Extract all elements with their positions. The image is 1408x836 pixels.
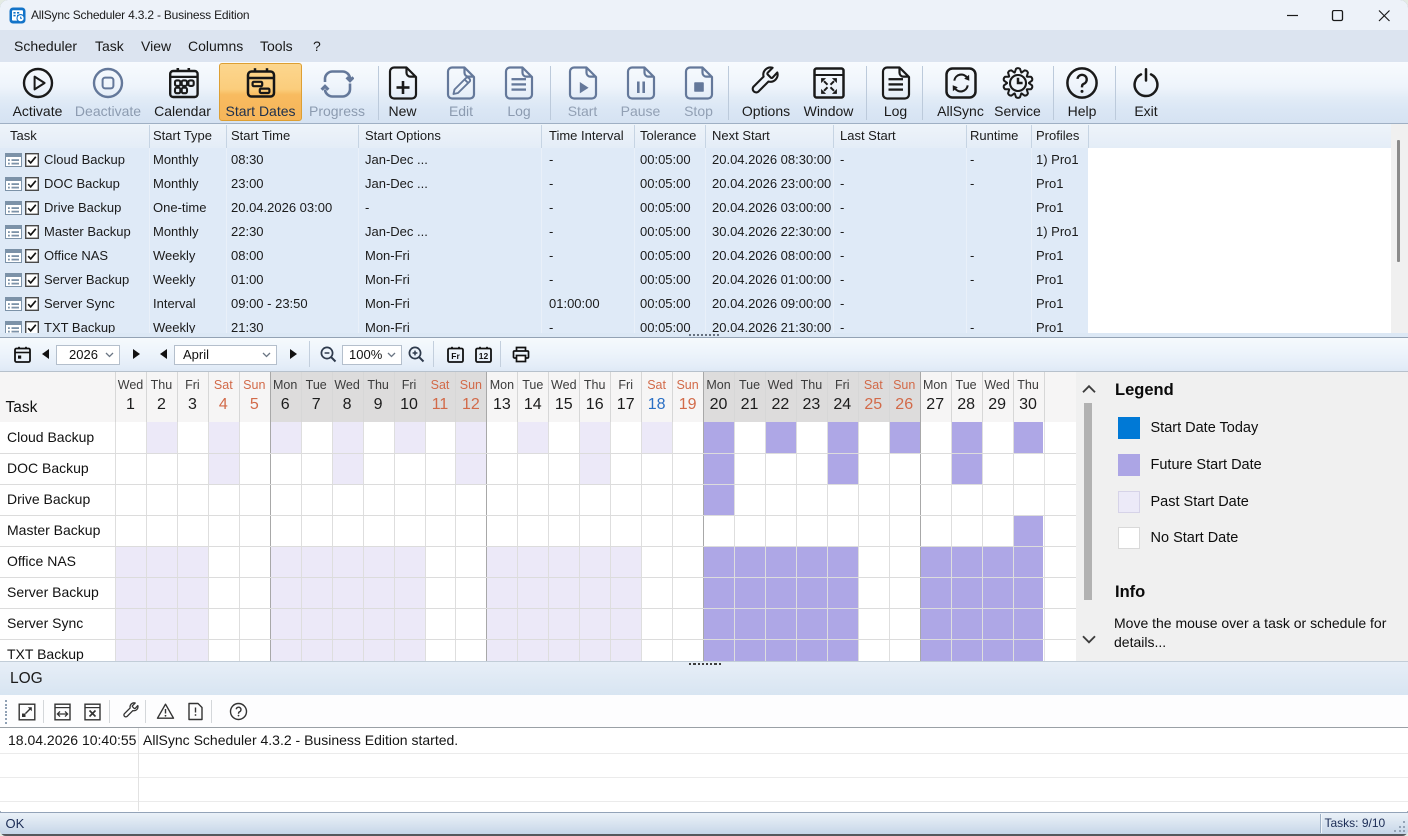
svg-text:Fr: Fr bbox=[451, 351, 460, 361]
svg-text:12: 12 bbox=[479, 351, 489, 361]
